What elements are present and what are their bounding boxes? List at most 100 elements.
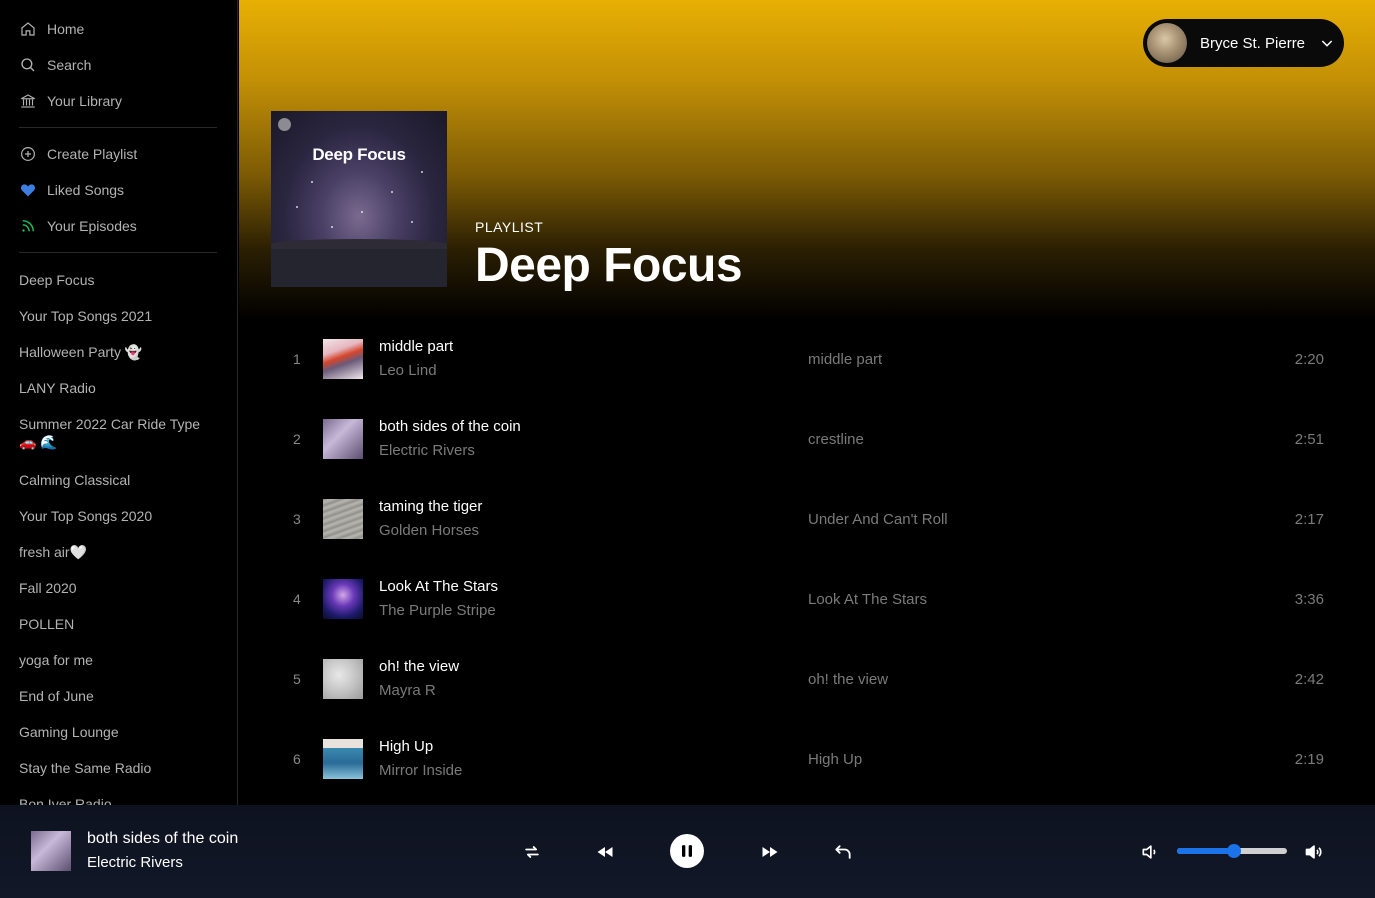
track-album[interactable]: middle part bbox=[808, 351, 882, 368]
playlist-item[interactable]: End of June bbox=[0, 677, 237, 713]
playlist-item[interactable]: Deep Focus bbox=[0, 261, 237, 297]
now-playing-title[interactable]: both sides of the coin bbox=[87, 830, 238, 848]
liked-songs-label: Liked Songs bbox=[47, 182, 125, 198]
next-icon bbox=[762, 847, 778, 857]
track-artwork bbox=[323, 419, 363, 459]
volume-knob[interactable] bbox=[1227, 844, 1242, 858]
pause-button[interactable] bbox=[670, 834, 704, 868]
nav-home[interactable]: Home bbox=[0, 11, 237, 47]
playlist-item[interactable]: LANY Radio bbox=[0, 369, 237, 405]
track-row[interactable]: 1 middle part Leo Lind middle part 2:20 bbox=[279, 319, 1339, 399]
create-playlist-label: Create Playlist bbox=[47, 146, 138, 162]
playlist-item[interactable]: Gaming Lounge bbox=[0, 713, 237, 749]
library-icon bbox=[19, 92, 37, 110]
track-duration: 3:36 bbox=[1294, 591, 1324, 608]
playlist-item[interactable]: Your Top Songs 2021 bbox=[0, 297, 237, 333]
playlist-item[interactable]: Your Top Songs 2020 bbox=[0, 497, 237, 533]
track-row[interactable]: 3 taming the tiger Golden Horses Under A… bbox=[279, 479, 1339, 559]
volume-up-button[interactable] bbox=[1303, 841, 1325, 863]
spotify-logo-icon bbox=[278, 118, 291, 131]
nav-library-label: Your Library bbox=[47, 93, 122, 109]
track-number: 5 bbox=[293, 671, 301, 687]
cover-title: Deep Focus bbox=[312, 145, 406, 164]
nav-search-label: Search bbox=[47, 57, 92, 73]
sidebar-divider bbox=[19, 252, 217, 253]
track-album[interactable]: High Up bbox=[808, 751, 862, 768]
playlist-item[interactable]: Bon Iver Radio bbox=[0, 785, 237, 805]
volume-slider[interactable] bbox=[1177, 844, 1287, 858]
user-name: Bryce St. Pierre bbox=[1200, 34, 1306, 52]
track-album[interactable]: oh! the view bbox=[808, 671, 888, 688]
repeat-button[interactable] bbox=[832, 841, 854, 863]
shuffle-icon bbox=[525, 846, 539, 858]
track-artist[interactable]: Golden Horses bbox=[379, 522, 479, 539]
track-duration: 2:20 bbox=[1294, 351, 1324, 368]
track-artist[interactable]: The Purple Stripe bbox=[379, 602, 496, 619]
now-playing-artist[interactable]: Electric Rivers bbox=[87, 854, 183, 871]
nav-home-label: Home bbox=[47, 21, 85, 37]
podcast-icon bbox=[19, 217, 37, 235]
playlist-item[interactable]: POLLEN bbox=[0, 605, 237, 641]
track-row[interactable]: 5 oh! the view Mayra R oh! the view 2:42 bbox=[279, 639, 1339, 719]
playlist-item[interactable]: Halloween Party 👻 bbox=[0, 333, 237, 369]
track-row[interactable]: 6 High Up Mirror Inside High Up 2:19 bbox=[279, 719, 1339, 799]
home-icon bbox=[19, 20, 37, 38]
next-button[interactable] bbox=[759, 841, 781, 863]
playlist-item[interactable]: Stay the Same Radio bbox=[0, 749, 237, 785]
nav-search[interactable]: Search bbox=[0, 47, 237, 83]
playlist-list: Deep Focus Your Top Songs 2021 Halloween… bbox=[0, 261, 237, 805]
now-playing-artwork[interactable] bbox=[31, 831, 71, 871]
track-duration: 2:51 bbox=[1294, 431, 1324, 448]
track-album[interactable]: Under And Can't Roll bbox=[808, 511, 948, 528]
track-title: both sides of the coin bbox=[379, 418, 521, 435]
track-artwork bbox=[323, 579, 363, 619]
track-list: 1 middle part Leo Lind middle part 2:20 … bbox=[279, 319, 1339, 799]
playlist-cover: Deep Focus bbox=[271, 111, 447, 287]
playlist-item[interactable]: fresh air🤍 bbox=[0, 533, 237, 569]
track-album[interactable]: Look At The Stars bbox=[808, 591, 927, 608]
playlist-item[interactable]: Calming Classical bbox=[0, 461, 237, 497]
track-artwork bbox=[323, 339, 363, 379]
track-number: 1 bbox=[293, 351, 301, 367]
track-number: 3 bbox=[293, 511, 301, 527]
chevron-down-icon bbox=[1321, 40, 1333, 47]
playlist-item[interactable]: yoga for me bbox=[0, 641, 237, 677]
track-row[interactable]: 4 Look At The Stars The Purple Stripe Lo… bbox=[279, 559, 1339, 639]
main-content: Deep Focus PLAYLIST Deep Focus Bryce St.… bbox=[239, 0, 1375, 805]
your-episodes-label: Your Episodes bbox=[47, 218, 137, 234]
track-artwork bbox=[323, 659, 363, 699]
track-row[interactable]: 2 both sides of the coin Electric Rivers… bbox=[279, 399, 1339, 479]
sidebar-divider bbox=[19, 127, 217, 128]
track-artist[interactable]: Mayra R bbox=[379, 682, 436, 699]
cover-ground bbox=[271, 239, 447, 287]
track-artist[interactable]: Mirror Inside bbox=[379, 762, 462, 779]
liked-songs-link[interactable]: Liked Songs bbox=[0, 172, 237, 208]
track-artist[interactable]: Electric Rivers bbox=[379, 442, 475, 459]
volume-fill bbox=[1177, 848, 1235, 854]
track-artist[interactable]: Leo Lind bbox=[379, 362, 437, 379]
track-album[interactable]: crestline bbox=[808, 431, 864, 448]
shuffle-button[interactable] bbox=[521, 841, 543, 863]
repeat-icon bbox=[835, 845, 851, 859]
track-number: 6 bbox=[293, 751, 301, 767]
playlist-header: Deep Focus PLAYLIST Deep Focus Bryce St.… bbox=[239, 0, 1375, 320]
user-menu-button[interactable]: Bryce St. Pierre bbox=[1143, 19, 1344, 67]
track-number: 2 bbox=[293, 431, 301, 447]
track-title: Look At The Stars bbox=[379, 578, 498, 595]
previous-button[interactable] bbox=[594, 841, 616, 863]
create-playlist-button[interactable]: Create Playlist bbox=[0, 136, 237, 172]
avatar bbox=[1147, 23, 1187, 63]
page-title: Deep Focus bbox=[475, 239, 743, 292]
volume-down-button[interactable] bbox=[1139, 841, 1161, 863]
track-number: 4 bbox=[293, 591, 301, 607]
track-artwork bbox=[323, 499, 363, 539]
track-title: High Up bbox=[379, 738, 434, 755]
pause-icon bbox=[682, 845, 692, 857]
playlist-item[interactable]: Summer 2022 Car Ride Type 🚗 🌊 bbox=[0, 405, 237, 461]
track-duration: 2:42 bbox=[1294, 671, 1324, 688]
nav-library[interactable]: Your Library bbox=[0, 83, 237, 119]
playlist-type-label: PLAYLIST bbox=[475, 219, 544, 235]
your-episodes-link[interactable]: Your Episodes bbox=[0, 208, 237, 244]
heart-icon bbox=[19, 181, 37, 199]
playlist-item[interactable]: Fall 2020 bbox=[0, 569, 237, 605]
